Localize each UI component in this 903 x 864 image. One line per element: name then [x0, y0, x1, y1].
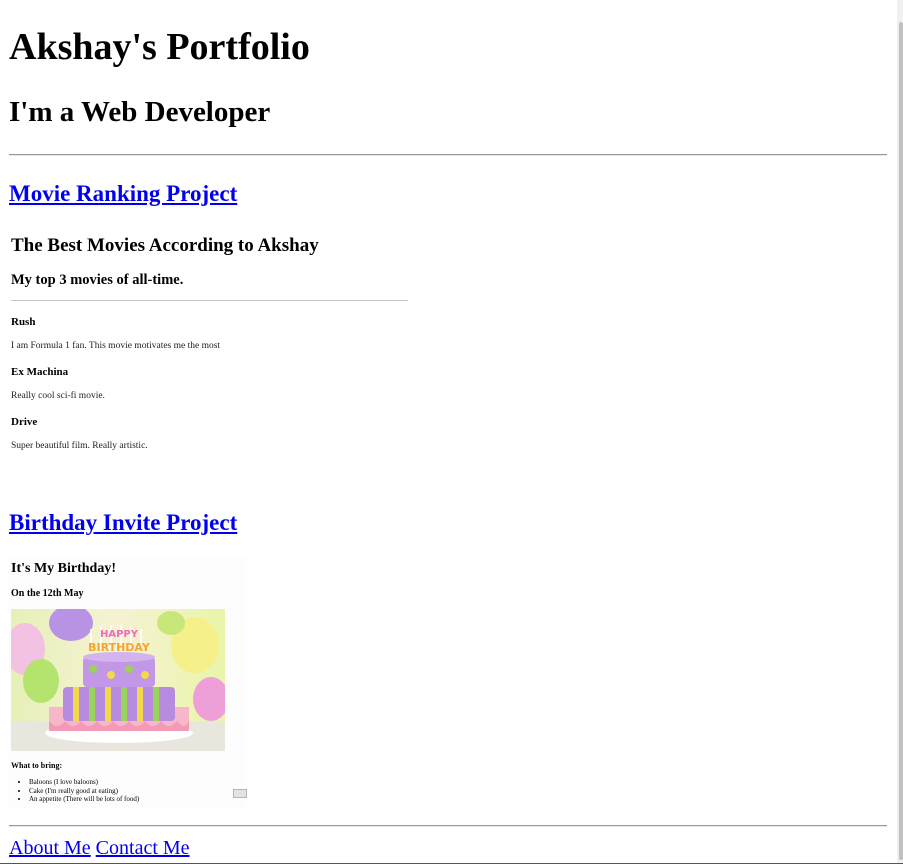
birthday-invite-project-link[interactable]: Birthday Invite Project	[9, 511, 237, 534]
bring-item: Cake (I'm really good at eating)	[29, 787, 139, 796]
movie-title: Ex Machina	[11, 366, 69, 378]
about-me-link[interactable]: About Me	[9, 837, 91, 859]
cake-happy-text: HAPPY	[100, 629, 139, 640]
birthday-cake-image: HAPPY BIRTHDAY	[11, 609, 225, 751]
preview-mini-button[interactable]	[233, 789, 247, 798]
birthday-invite-preview[interactable]: It's My Birthday! On the 12th May HAPPY …	[9, 556, 247, 808]
bring-list: Baloons (I love baloons) Cake (I'm reall…	[21, 778, 139, 804]
movie-item: Rush I am Formula 1 fan. This movie moti…	[11, 316, 220, 366]
preview-divider	[11, 300, 408, 301]
movie-title: Rush	[11, 316, 36, 328]
page-subtitle: I'm a Web Developer	[9, 96, 271, 128]
movie-description: I am Formula 1 fan. This movie motivates…	[11, 341, 221, 351]
scrollbar-thumb[interactable]	[899, 22, 903, 860]
movie-description: Super beautiful film. Really artistic.	[11, 441, 148, 451]
preview-heading: It's My Birthday!	[11, 561, 116, 576]
bring-item: An appetite (There will be lots of food)	[29, 795, 139, 804]
movie-title: Drive	[11, 416, 38, 428]
movie-item: Drive Super beautiful film. Really artis…	[11, 416, 220, 466]
footer-links: About Me Contact Me	[9, 838, 190, 858]
cake-birthday-text: BIRTHDAY	[88, 641, 151, 654]
preview-heading: The Best Movies According to Akshay	[11, 235, 319, 256]
movie-list: Rush I am Formula 1 fan. This movie moti…	[11, 316, 220, 466]
movie-ranking-project-link[interactable]: Movie Ranking Project	[9, 182, 237, 205]
movie-ranking-preview[interactable]: The Best Movies According to Akshay My t…	[11, 226, 411, 466]
footer-divider	[9, 825, 887, 827]
bring-heading: What to bring:	[11, 761, 63, 770]
preview-date: On the 12th May	[11, 588, 84, 599]
movie-item: Ex Machina Really cool sci-fi movie.	[11, 366, 220, 416]
contact-me-link[interactable]: Contact Me	[96, 837, 190, 859]
vertical-scrollbar[interactable]	[897, 0, 903, 864]
preview-subheading: My top 3 movies of all-time.	[11, 272, 184, 288]
divider	[9, 154, 887, 156]
movie-description: Really cool sci-fi movie.	[11, 391, 105, 401]
bring-item: Baloons (I love baloons)	[29, 778, 139, 787]
page-title: Akshay's Portfolio	[9, 26, 310, 68]
